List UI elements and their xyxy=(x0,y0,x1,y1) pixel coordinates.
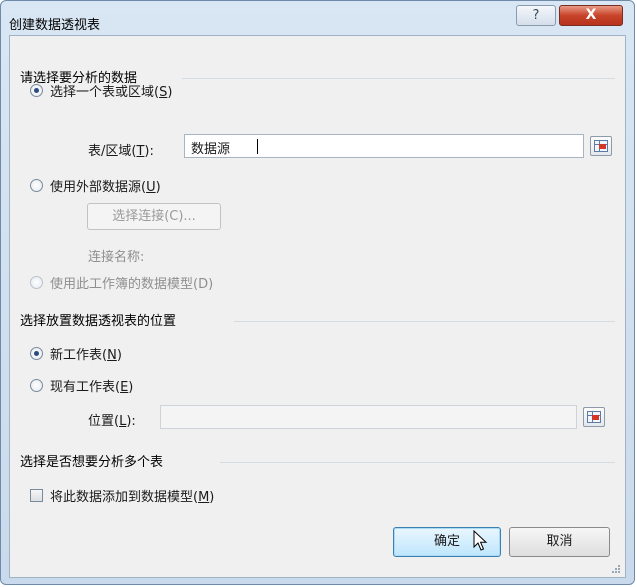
location-group-title: 选择放置数据透视表的位置 xyxy=(20,314,177,329)
connection-name-label: 连接名称: xyxy=(88,250,145,265)
radio-new-worksheet-label[interactable]: 新工作表(N) xyxy=(50,344,122,363)
create-pivot-table-dialog: 创建数据透视表 ? X 请选择要分析的数据 选择一个表或区域(S) 表/区域(T… xyxy=(0,0,635,585)
dialog-title: 创建数据透视表 xyxy=(9,18,101,33)
choose-connection-button[interactable]: 选择连接(C)... xyxy=(87,203,221,230)
radio-existing-worksheet[interactable] xyxy=(30,379,43,392)
table-range-value: 数据源 xyxy=(191,142,231,157)
radio-external-source-label[interactable]: 使用外部数据源(U) xyxy=(50,176,161,195)
radio-new-worksheet[interactable] xyxy=(30,347,43,360)
location-input[interactable] xyxy=(160,405,577,429)
radio-existing-worksheet-label[interactable]: 现有工作表(E) xyxy=(50,376,133,395)
radio-data-model[interactable] xyxy=(30,276,43,289)
source-group-divider xyxy=(182,78,615,79)
cancel-button[interactable]: 取消 xyxy=(509,527,610,557)
radio-data-model-label[interactable]: 使用此工作簿的数据模型(D) xyxy=(50,273,213,292)
text-caret xyxy=(257,139,258,154)
location-range-selector-icon[interactable] xyxy=(583,407,605,427)
help-button[interactable]: ? xyxy=(516,5,556,26)
mouse-pointer-icon xyxy=(473,530,488,551)
location-group-divider xyxy=(234,321,615,322)
table-range-label: 表/区域(T): xyxy=(88,144,154,159)
multi-table-group-divider xyxy=(220,462,615,463)
title-bar[interactable]: 创建数据透视表 ? X xyxy=(1,1,634,35)
radio-external-source[interactable] xyxy=(30,179,43,192)
multi-table-group-title: 选择是否想要分析多个表 xyxy=(20,455,164,470)
radio-table-range-label[interactable]: 选择一个表或区域(S) xyxy=(50,81,172,100)
table-range-input[interactable]: 数据源 xyxy=(184,134,584,158)
radio-table-range[interactable] xyxy=(30,84,43,97)
close-button[interactable]: X xyxy=(559,5,623,26)
dialog-body: 请选择要分析的数据 选择一个表或区域(S) 表/区域(T): 数据源 使用外部数… xyxy=(9,35,626,578)
add-to-data-model-label[interactable]: 将此数据添加到数据模型(M) xyxy=(50,486,214,505)
location-label: 位置(L): xyxy=(88,414,136,429)
range-selector-icon[interactable] xyxy=(590,136,612,156)
resize-grip-icon[interactable] xyxy=(611,564,621,574)
add-to-data-model-checkbox[interactable] xyxy=(30,489,43,502)
